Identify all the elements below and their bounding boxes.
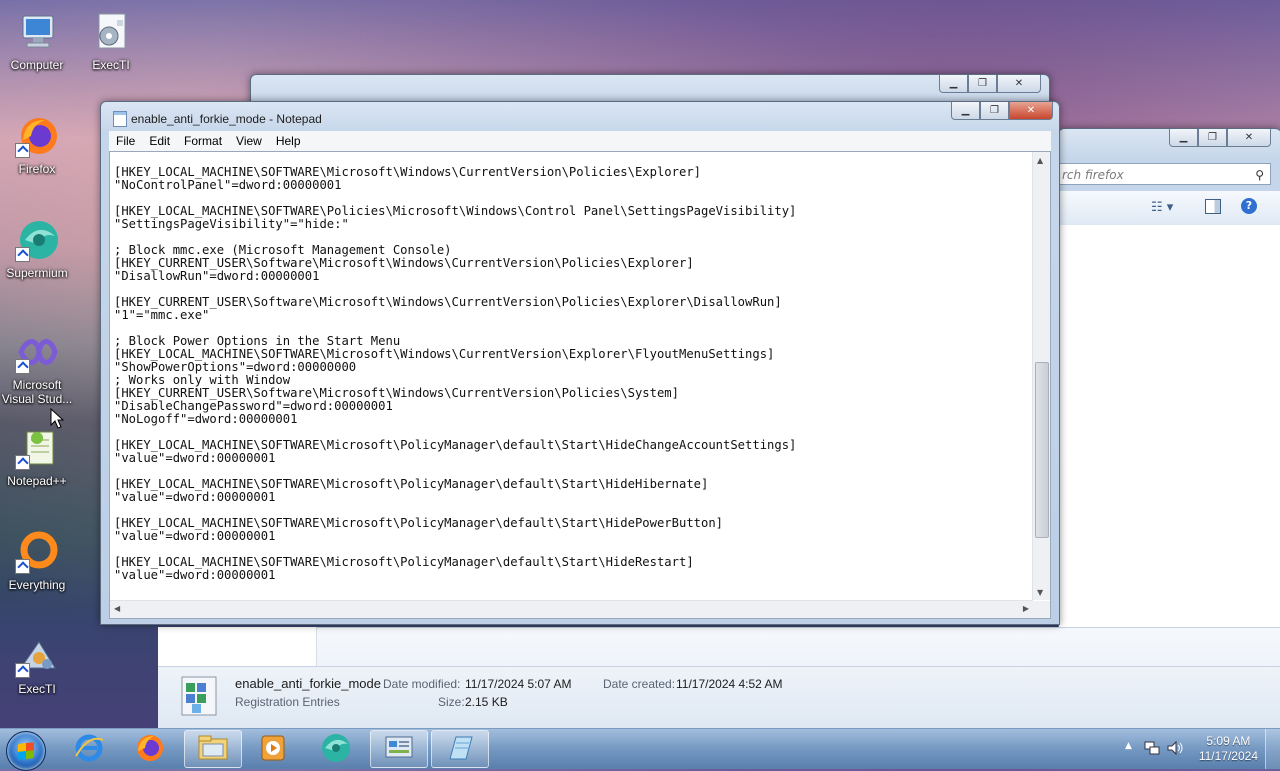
search-input[interactable]: rch firefox ⚲	[1059, 163, 1271, 185]
desktop-icon-visual-studio[interactable]: Microsoft Visual Stud...	[0, 330, 74, 406]
notepad-window[interactable]: enable_anti_forkie_mode - Notepad ▁ ❐ ✕ …	[100, 101, 1060, 625]
search-icon[interactable]: ⚲	[1253, 164, 1264, 186]
explorer-toolbar: ☷ ▾ ?	[1059, 191, 1280, 226]
taskbar-control-panel[interactable]	[370, 730, 428, 768]
firefox-icon	[134, 732, 166, 767]
file-type: Registration Entries	[235, 695, 340, 709]
desktop-icon-label: ExecTI	[18, 682, 56, 696]
control-panel-icon	[383, 733, 415, 766]
preview-pane-icon[interactable]	[1205, 199, 1221, 214]
supermium-icon	[15, 218, 59, 262]
desktop-icon-label: Supermium	[6, 266, 68, 280]
taskbar-internet-explorer[interactable]	[60, 730, 118, 768]
desktop-icon-execti[interactable]: ExecTI	[74, 10, 148, 72]
close-button[interactable]: ✕	[1227, 129, 1271, 147]
scrollbar-corner	[1033, 601, 1050, 618]
menu-file[interactable]: File	[109, 134, 142, 148]
taskbar-notepad[interactable]	[431, 730, 489, 768]
explorer-window[interactable]: ▁ ❐ ✕ rch firefox ⚲ ☷ ▾ ?	[1058, 128, 1280, 630]
help-icon[interactable]: ?	[1241, 198, 1257, 214]
desktop-icon-label: Everything	[8, 578, 66, 592]
minimize-button[interactable]: ▁	[951, 102, 980, 120]
desktop-icon-notepad-plus-plus[interactable]: Notepad++	[0, 426, 74, 488]
date-modified-value: 11/17/2024 5:07 AM	[465, 677, 572, 691]
desktop-icon-supermium[interactable]: Supermium	[0, 218, 74, 280]
internet-explorer-icon	[73, 732, 105, 767]
taskbar-media-player[interactable]	[244, 730, 302, 768]
vertical-scrollbar[interactable]: ▲ ▼	[1032, 152, 1050, 600]
start-button[interactable]	[6, 731, 46, 771]
firefox-icon	[15, 114, 59, 158]
explorer-content	[1059, 225, 1280, 629]
scroll-right-icon[interactable]: ▶	[1023, 604, 1029, 613]
menu-bar: File Edit Format View Help	[109, 131, 1051, 151]
editor-content[interactable]: [HKEY_LOCAL_MACHINE\SOFTWARE\Microsoft\W…	[114, 166, 1024, 586]
desktop-icon-execti-2[interactable]: ExecTI	[0, 634, 74, 696]
taskbar: ▲ 5:09 AM 11/17/2024	[0, 728, 1280, 771]
desktop-icon-label: Notepad++	[7, 474, 67, 488]
media-player-icon	[257, 732, 289, 767]
horizontal-scrollbar[interactable]: ◀ ▶	[110, 600, 1033, 618]
scroll-left-icon[interactable]: ◀	[114, 604, 120, 613]
execti-icon	[89, 10, 133, 54]
file-name: enable_anti_forkie_mode	[235, 676, 381, 691]
search-placeholder: rch firefox	[1062, 168, 1124, 182]
taskbar-supermium[interactable]	[307, 730, 365, 768]
view-options-icon[interactable]: ☷ ▾	[1151, 200, 1173, 215]
size-value: 2.15 KB	[465, 695, 508, 709]
everything-icon	[15, 530, 59, 574]
clock-date: 11/17/2024	[1198, 749, 1258, 763]
desktop-icon-label: Firefox	[18, 162, 56, 176]
desktop-icon-everything[interactable]: Everything	[0, 530, 74, 592]
scroll-down-icon[interactable]: ▼	[1037, 588, 1043, 597]
minimize-button[interactable]: ▁	[1169, 129, 1198, 147]
minimize-button[interactable]: ▁	[939, 75, 968, 93]
menu-help[interactable]: Help	[269, 134, 308, 148]
menu-format[interactable]: Format	[177, 134, 229, 148]
menu-edit[interactable]: Edit	[142, 134, 177, 148]
scroll-thumb[interactable]	[1035, 362, 1049, 538]
menu-view[interactable]: View	[229, 134, 269, 148]
date-created-value: 11/17/2024 4:52 AM	[676, 677, 783, 691]
notepad-icon	[444, 733, 476, 766]
maximize-button[interactable]: ❐	[1198, 129, 1227, 147]
clock[interactable]: 5:09 AM 11/17/2024	[1199, 734, 1258, 764]
desktop-icon-label: Computer	[10, 58, 64, 72]
system-tray: ▲ 5:09 AM 11/17/2024	[1120, 729, 1280, 769]
registration-file-icon	[176, 673, 222, 722]
taskbar-file-explorer[interactable]	[184, 730, 242, 768]
date-modified-label: Date modified:	[383, 677, 461, 691]
close-button[interactable]: ✕	[997, 75, 1041, 93]
maximize-button[interactable]: ❐	[968, 75, 997, 93]
close-button[interactable]: ✕	[1009, 102, 1053, 120]
maximize-button[interactable]: ❐	[980, 102, 1009, 120]
desktop-icon-computer[interactable]: Computer	[0, 10, 74, 72]
date-created-label: Date created:	[603, 677, 676, 691]
network-icon[interactable]	[1144, 740, 1160, 759]
navigation-pane-bottom	[158, 627, 317, 667]
computer-icon	[15, 10, 59, 54]
desktop-icon-label: Microsoft Visual Stud...	[1, 378, 73, 406]
visual-studio-icon	[15, 330, 59, 374]
desktop-icon-firefox[interactable]: Firefox	[0, 114, 74, 176]
show-hidden-icons-icon[interactable]: ▲	[1125, 741, 1132, 751]
taskbar-firefox[interactable]	[121, 730, 179, 768]
size-label: Size:	[438, 695, 465, 709]
details-pane: enable_anti_forkie_mode Registration Ent…	[158, 666, 1280, 728]
file-explorer-icon	[196, 733, 230, 766]
notepad-app-icon	[113, 111, 127, 127]
text-editor[interactable]: [HKEY_LOCAL_MACHINE\SOFTWARE\Microsoft\W…	[109, 151, 1051, 619]
execti-icon	[15, 634, 59, 678]
show-desktop-button[interactable]	[1265, 729, 1280, 769]
volume-icon[interactable]	[1166, 740, 1184, 759]
supermium-icon	[320, 732, 352, 767]
scroll-up-icon[interactable]: ▲	[1037, 156, 1043, 165]
clock-time: 5:09 AM	[1206, 734, 1251, 748]
window-title: enable_anti_forkie_mode - Notepad	[131, 112, 322, 126]
mouse-cursor-icon	[50, 407, 65, 433]
desktop-icon-label: ExecTI	[92, 58, 130, 72]
